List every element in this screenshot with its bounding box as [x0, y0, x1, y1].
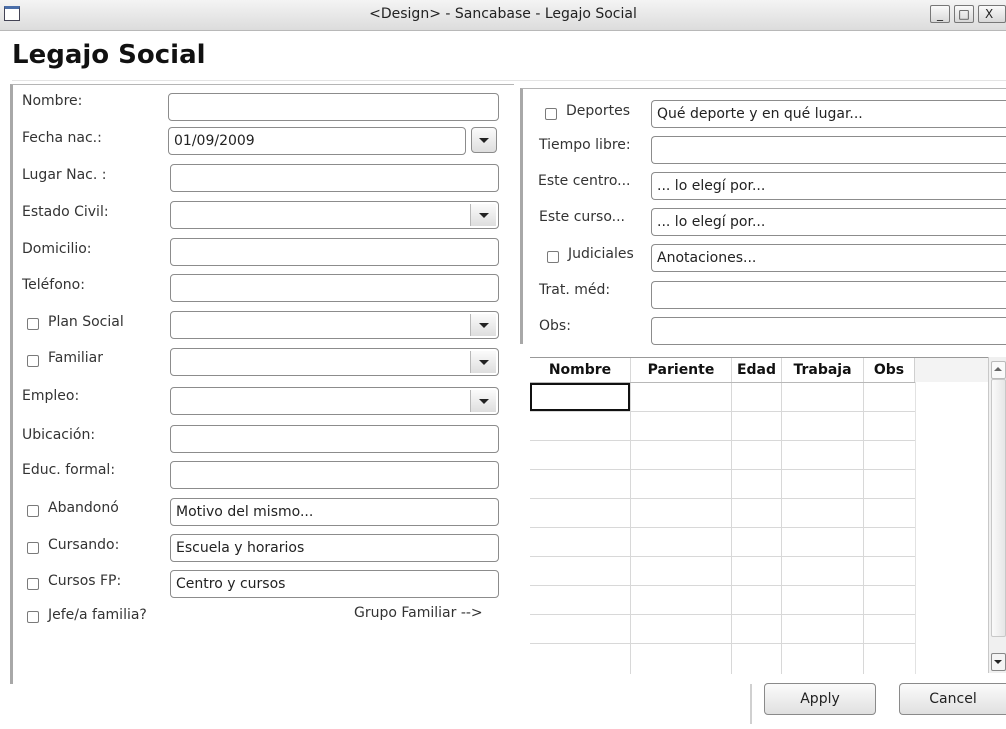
cancel-button-label: Cancel: [929, 691, 977, 707]
column-divider: [731, 358, 732, 674]
grupo-familiar-link[interactable]: Grupo Familiar -->: [354, 605, 483, 621]
este-centro-field[interactable]: ... lo elegí por...: [651, 172, 1006, 200]
trat-med-label: Trat. méd:: [539, 282, 611, 298]
deportes-field[interactable]: Qué deporte y en qué lugar...: [651, 100, 1006, 128]
lugar-nac-field[interactable]: [170, 164, 499, 192]
date-picker-button[interactable]: [471, 127, 497, 153]
lugar-nac-label: Lugar Nac. :: [22, 167, 107, 183]
scroll-thumb[interactable]: [991, 379, 1006, 637]
page-title: Legajo Social: [12, 40, 206, 70]
row-divider: [530, 440, 915, 441]
column-divider: [781, 358, 782, 674]
row-divider: [530, 643, 915, 644]
column-header-edad[interactable]: Edad: [732, 358, 782, 382]
cursando-label: Cursando:: [48, 537, 120, 553]
chevron-down-icon: [994, 660, 1002, 664]
scroll-up-button[interactable]: [991, 361, 1006, 379]
abandono-label: Abandonó: [48, 500, 119, 516]
plan-social-label: Plan Social: [48, 314, 124, 330]
column-header-trabaja[interactable]: Trabaja: [782, 358, 864, 382]
chevron-down-icon[interactable]: [470, 351, 496, 373]
estado-civil-label: Estado Civil:: [22, 204, 109, 220]
telefono-label: Teléfono:: [22, 277, 85, 293]
cursando-checkbox[interactable]: [27, 542, 39, 554]
column-header-nombre[interactable]: Nombre: [530, 358, 631, 382]
window-titlebar[interactable]: <Design> - Sancabase - Legajo Social _ □…: [0, 0, 1006, 31]
tiempo-libre-field[interactable]: [651, 136, 1006, 164]
nombre-field[interactable]: [168, 93, 499, 121]
nombre-label: Nombre:: [22, 93, 83, 109]
apply-button-label: Apply: [800, 691, 840, 707]
judiciales-label: Judiciales: [568, 246, 634, 262]
tiempo-libre-label: Tiempo libre:: [539, 137, 631, 153]
separator: [750, 684, 752, 724]
abandono-motivo-field[interactable]: Motivo del mismo...: [170, 498, 499, 526]
close-button[interactable]: X: [978, 5, 1006, 23]
cursos-fp-label: Cursos FP:: [48, 573, 122, 589]
familiar-checkbox[interactable]: [27, 355, 39, 367]
chevron-down-icon[interactable]: [470, 314, 496, 336]
judiciales-field[interactable]: Anotaciones...: [651, 244, 1006, 272]
jefe-familia-checkbox[interactable]: [27, 611, 39, 623]
apply-button[interactable]: Apply: [764, 683, 876, 715]
row-divider: [530, 411, 915, 412]
cursando-field[interactable]: Escuela y horarios: [170, 534, 499, 562]
minimize-button[interactable]: _: [930, 5, 950, 23]
educ-formal-label: Educ. formal:: [22, 462, 116, 478]
este-curso-label: Este curso...: [539, 209, 625, 225]
educ-formal-field[interactable]: [170, 461, 499, 489]
empleo-combo[interactable]: [170, 387, 499, 415]
fecha-nac-label: Fecha nac.:: [22, 130, 102, 146]
chevron-down-icon[interactable]: [470, 390, 496, 412]
telefono-field[interactable]: [170, 274, 499, 302]
row-divider: [530, 469, 915, 470]
fecha-nac-field[interactable]: 01/09/2009: [168, 127, 466, 155]
column-divider: [630, 358, 631, 674]
column-header-obs[interactable]: Obs: [864, 358, 915, 382]
obs-field[interactable]: [651, 317, 1006, 345]
table-scrollbar[interactable]: [988, 357, 1006, 673]
ubicacion-field[interactable]: [170, 425, 499, 453]
column-header-pariente[interactable]: Pariente: [631, 358, 732, 382]
ubicacion-label: Ubicación:: [22, 427, 96, 443]
row-divider: [530, 527, 915, 528]
domicilio-field[interactable]: [170, 238, 499, 266]
jefe-familia-label: Jefe/a familia?: [48, 607, 147, 623]
scroll-down-button[interactable]: [991, 653, 1006, 671]
domicilio-label: Domicilio:: [22, 241, 92, 257]
cursos-fp-field[interactable]: Centro y cursos: [170, 570, 499, 598]
title-divider: [12, 80, 1006, 81]
row-divider: [530, 585, 915, 586]
este-curso-field[interactable]: ... lo elegí por...: [651, 208, 1006, 236]
obs-label: Obs:: [539, 318, 571, 334]
plan-social-checkbox[interactable]: [27, 318, 39, 330]
window-title: <Design> - Sancabase - Legajo Social: [369, 6, 637, 22]
chevron-down-icon[interactable]: [470, 204, 496, 226]
cursos-fp-checkbox[interactable]: [27, 578, 39, 590]
abandono-checkbox[interactable]: [27, 505, 39, 517]
row-divider: [530, 614, 915, 615]
deportes-checkbox[interactable]: [545, 108, 557, 120]
row-divider: [530, 556, 915, 557]
deportes-label: Deportes: [566, 103, 630, 119]
row-divider: [530, 498, 915, 499]
chevron-up-icon: [994, 367, 1002, 371]
column-divider: [863, 358, 864, 674]
familiar-combo[interactable]: [170, 348, 499, 376]
este-centro-label: Este centro...: [538, 173, 631, 189]
familiar-label: Familiar: [48, 350, 103, 366]
table-header: Nombre Pariente Edad Trabaja Obs: [530, 358, 915, 382]
empleo-label: Empleo:: [22, 388, 80, 404]
cancel-button[interactable]: Cancel: [899, 683, 1006, 715]
grupo-familiar-table[interactable]: Nombre Pariente Edad Trabaja Obs: [530, 357, 1006, 674]
trat-med-field[interactable]: [651, 281, 1006, 309]
judiciales-checkbox[interactable]: [547, 251, 559, 263]
maximize-button[interactable]: □: [954, 5, 974, 23]
estado-civil-combo[interactable]: [170, 201, 499, 229]
selected-cell[interactable]: [530, 383, 630, 411]
plan-social-combo[interactable]: [170, 311, 499, 339]
